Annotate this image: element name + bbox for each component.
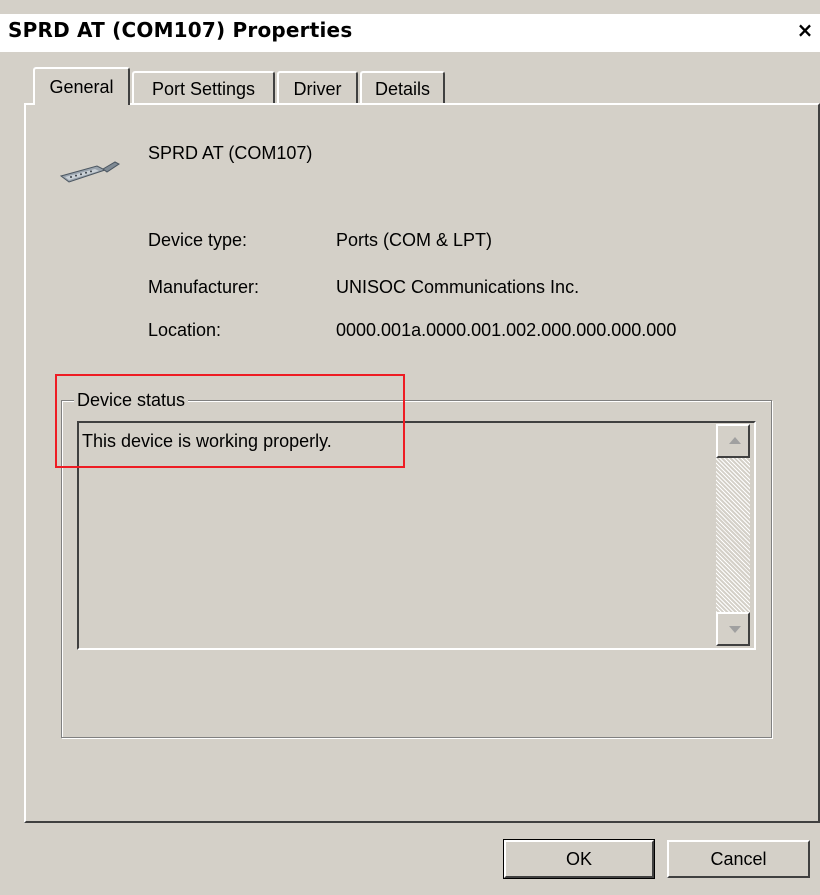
scroll-up-arrow-icon [729, 437, 741, 444]
cancel-button[interactable]: Cancel [667, 840, 810, 878]
tab-driver[interactable]: Driver [277, 71, 358, 103]
close-icon[interactable]: × [792, 18, 818, 42]
tab-port-settings[interactable]: Port Settings [132, 71, 275, 103]
status-highlight-box [55, 374, 405, 468]
manufacturer-label: Manufacturer: [148, 277, 260, 297]
scroll-down-button[interactable] [716, 612, 750, 646]
ok-button[interactable]: OK [503, 839, 655, 879]
manufacturer-value: UNISOC Communications Inc. [336, 277, 580, 297]
device-type-value: Ports (COM & LPT) [336, 230, 493, 250]
location-label: Location: [148, 320, 222, 340]
status-scrollbar[interactable] [716, 424, 750, 646]
tab-details-label: Details [374, 79, 431, 99]
scroll-up-button[interactable] [716, 424, 750, 458]
tab-driver-label: Driver [293, 79, 342, 99]
serial-port-connector-icon [59, 161, 120, 183]
device-name: SPRD AT (COM107) [148, 143, 313, 163]
title-bar[interactable]: SPRD AT (COM107) Properties × [0, 14, 820, 52]
location-value: 0000.001a.0000.001.002.000.000.000.000 [336, 320, 677, 340]
scroll-down-arrow-icon [729, 626, 741, 633]
properties-dialog: SPRD AT (COM107) Properties × General Po… [0, 0, 820, 895]
device-type-label: Device type: [148, 230, 248, 250]
tab-general[interactable]: General [33, 67, 130, 105]
tab-details[interactable]: Details [360, 71, 445, 103]
window-title: SPRD AT (COM107) Properties [8, 18, 353, 42]
tab-port-settings-label: Port Settings [151, 79, 256, 99]
tab-general-label: General [49, 77, 114, 97]
